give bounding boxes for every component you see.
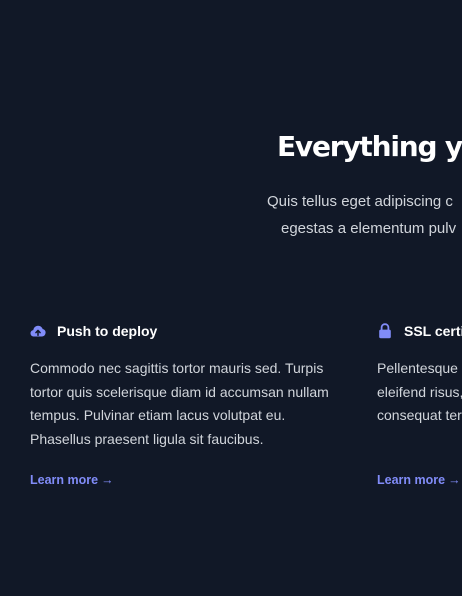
feature-header: Push to deploy [30, 320, 350, 342]
section-subtitle-line-2: egestas a elementum pulv [281, 220, 457, 237]
feature-card-ssl-certificates: SSL certi Pellentesque s eleifend risus,… [377, 320, 462, 487]
feature-card-push-to-deploy: Push to deploy Commodo nec sagittis tort… [30, 320, 350, 487]
feature-description-line: tortor quis scelerisque diam id accumsan… [30, 383, 329, 400]
feature-description: Pellentesque s eleifend risus, consequat… [377, 357, 462, 428]
feature-title: SSL certi [404, 323, 462, 339]
feature-description-line: consequat ter [377, 407, 462, 423]
section-title: Everything you [277, 130, 462, 163]
feature-description-line: Phasellus praesent ligula sit faucibus. [30, 430, 264, 447]
arrow-right-icon: → [448, 473, 461, 487]
feature-description-line: Pellentesque s [377, 360, 462, 376]
learn-more-link[interactable]: Learn more → [30, 473, 114, 487]
feature-header: SSL certi [377, 320, 462, 342]
feature-description-line: eleifend risus, [377, 383, 462, 400]
section-subtitle: Quis tellus eget adipiscing c egestas a … [267, 188, 462, 242]
learn-more-link[interactable]: Learn more → [377, 473, 461, 487]
features-section: Everything you Quis tellus eget adipisci… [0, 0, 462, 596]
feature-title: Push to deploy [57, 323, 158, 339]
learn-more-label: Learn more [377, 473, 446, 487]
section-subtitle-line-1: Quis tellus eget adipiscing c [267, 193, 453, 210]
arrow-right-icon: → [101, 473, 114, 487]
lock-icon [377, 323, 393, 339]
feature-description: Commodo nec sagittis tortor mauris sed. … [30, 357, 350, 451]
feature-description-line: tempus. Pulvinar etiam lacus volutpat eu… [30, 407, 286, 423]
feature-description-line: Commodo nec sagittis tortor mauris sed. … [30, 360, 324, 376]
cloud-upload-icon [30, 323, 46, 339]
learn-more-label: Learn more [30, 473, 99, 487]
